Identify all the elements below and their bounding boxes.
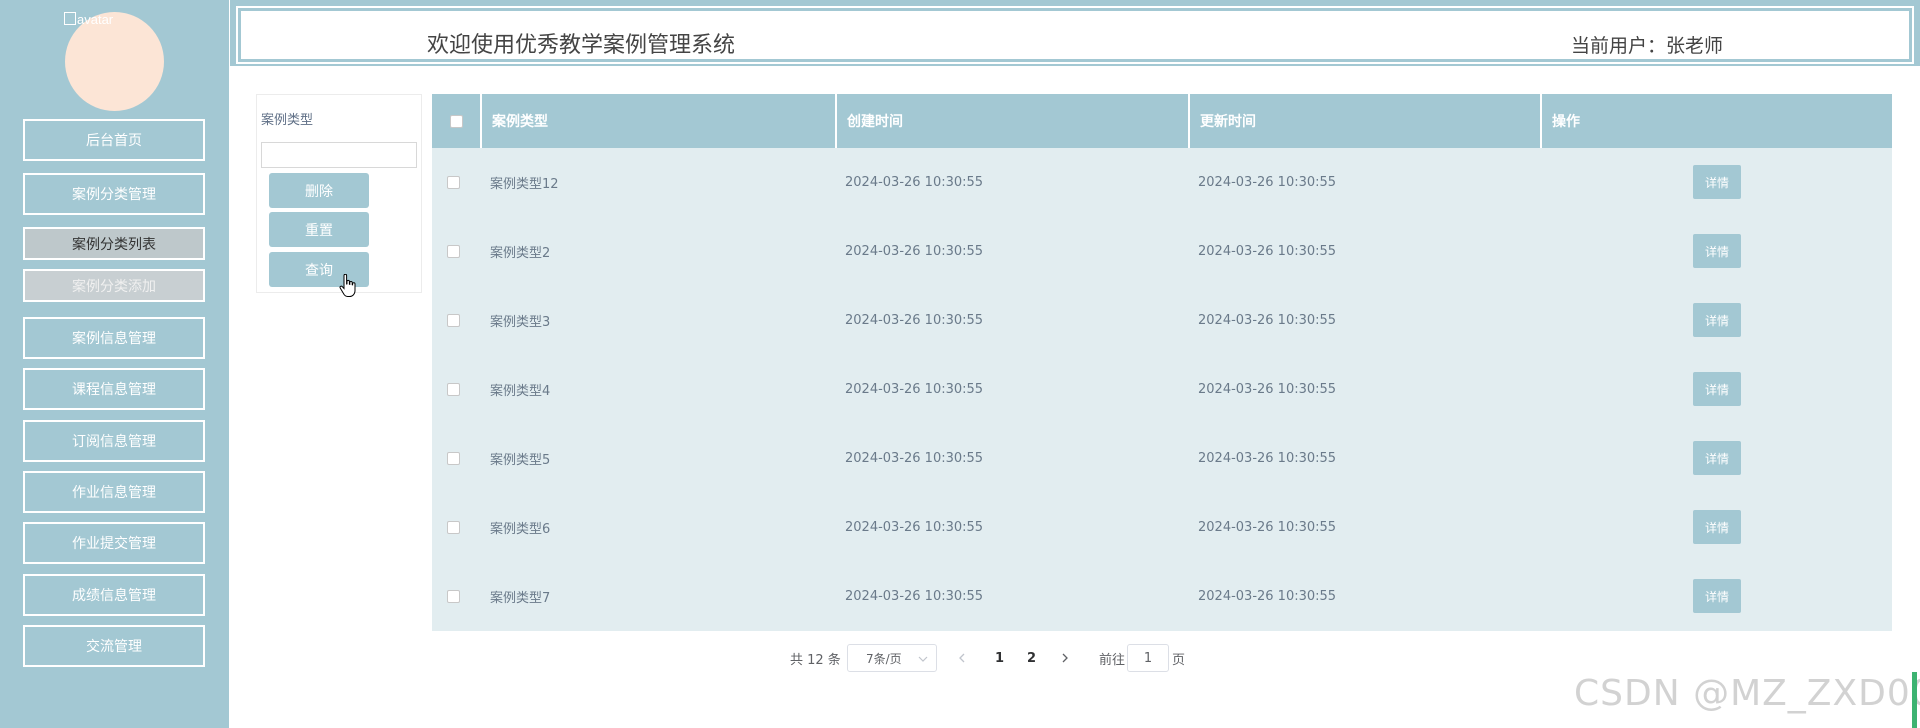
row-checkbox-cell bbox=[447, 493, 460, 562]
cell-updated-time: 2024-03-26 10:30:55 bbox=[1198, 451, 1337, 466]
app-title: 欢迎使用优秀教学案例管理系统 bbox=[427, 33, 736, 58]
cell-created-time: 2024-03-26 10:30:55 bbox=[845, 520, 984, 535]
scrollbar-thumb[interactable] bbox=[1912, 672, 1917, 728]
table-row: 案例类型5 2024-03-26 10:30:55 2024-03-26 10:30… bbox=[432, 424, 1892, 493]
table-header: 案例类型 创建时间 更新时间 操作 bbox=[432, 94, 1892, 148]
cell-created-time: 2024-03-26 10:30:55 bbox=[845, 451, 984, 466]
page-size-value: 7条/页 bbox=[866, 651, 902, 666]
cell-case-type: 案例类型2 bbox=[490, 246, 551, 261]
cell-created-time: 2024-03-26 10:30:55 bbox=[845, 589, 984, 604]
column-header-updated-time[interactable]: 更新时间 bbox=[1190, 94, 1542, 148]
cell-updated-time: 2024-03-26 10:30:55 bbox=[1198, 175, 1337, 190]
sidebar-item-homework-submit[interactable]: 作业提交管理 bbox=[23, 522, 205, 564]
search-panel: 案例类型 删除 重置 查询 bbox=[256, 94, 422, 293]
cell-updated-time: 2024-03-26 10:30:55 bbox=[1198, 589, 1337, 604]
detail-button[interactable]: 详情 bbox=[1693, 441, 1741, 475]
total-count: 共 12 条 bbox=[790, 652, 841, 668]
detail-button[interactable]: 详情 bbox=[1693, 234, 1741, 268]
cell-created-time: 2024-03-26 10:30:55 bbox=[845, 382, 984, 397]
avatar-alt-text: avatar bbox=[64, 12, 113, 27]
sidebar-subitem-category-list[interactable]: 案例分类列表 bbox=[23, 227, 205, 260]
row-checkbox-cell bbox=[447, 148, 460, 217]
row-checkbox[interactable] bbox=[447, 383, 460, 396]
cell-case-type: 案例类型5 bbox=[490, 453, 551, 468]
row-checkbox[interactable] bbox=[447, 452, 460, 465]
header: 欢迎使用优秀教学案例管理系统 当前用户：张老师 bbox=[230, 0, 1920, 66]
goto-page-input[interactable]: 1 bbox=[1127, 644, 1169, 672]
sidebar-item-case-info[interactable]: 案例信息管理 bbox=[23, 317, 205, 359]
goto-suffix: 页 bbox=[1172, 652, 1186, 668]
pagination: 共 12 条 7条/页 1 2 前往 1 页 bbox=[0, 644, 1920, 674]
detail-button[interactable]: 详情 bbox=[1693, 303, 1741, 337]
header-panel: 欢迎使用优秀教学案例管理系统 当前用户：张老师 bbox=[236, 6, 1914, 64]
sidebar-item-subscription-info[interactable]: 订阅信息管理 bbox=[23, 420, 205, 462]
avatar-alt-label: avatar bbox=[77, 12, 114, 27]
search-input[interactable] bbox=[261, 142, 417, 168]
cell-case-type: 案例类型4 bbox=[490, 384, 551, 399]
cell-updated-time: 2024-03-26 10:30:55 bbox=[1198, 313, 1337, 328]
page-number-1[interactable]: 1 bbox=[995, 644, 1004, 672]
detail-button[interactable]: 详情 bbox=[1693, 510, 1741, 544]
sidebar-item-course-info[interactable]: 课程信息管理 bbox=[23, 368, 205, 410]
row-checkbox-cell bbox=[447, 355, 460, 424]
cell-case-type: 案例类型7 bbox=[490, 591, 551, 606]
header-select-all-cell bbox=[432, 94, 482, 148]
select-all-checkbox[interactable] bbox=[449, 114, 463, 128]
next-page-icon[interactable] bbox=[1061, 653, 1069, 663]
table-row: 案例类型7 2024-03-26 10:30:55 2024-03-26 10:30… bbox=[432, 562, 1892, 631]
row-checkbox[interactable] bbox=[447, 245, 460, 258]
sidebar-item-grade-info[interactable]: 成绩信息管理 bbox=[23, 574, 205, 616]
row-checkbox[interactable] bbox=[447, 521, 460, 534]
table-row: 案例类型3 2024-03-26 10:30:55 2024-03-26 10:30… bbox=[432, 286, 1892, 355]
row-checkbox-cell bbox=[447, 424, 460, 493]
search-label: 案例类型 bbox=[261, 113, 314, 128]
table-row: 案例类型6 2024-03-26 10:30:55 2024-03-26 10:30… bbox=[432, 493, 1892, 562]
sidebar-item-home[interactable]: 后台首页 bbox=[23, 119, 205, 161]
sidebar-item-case-category[interactable]: 案例分类管理 bbox=[23, 173, 205, 215]
column-header-actions: 操作 bbox=[1552, 114, 1580, 130]
detail-button[interactable]: 详情 bbox=[1693, 579, 1741, 613]
chevron-down-icon bbox=[918, 656, 928, 662]
cell-updated-time: 2024-03-26 10:30:55 bbox=[1198, 382, 1337, 397]
page-number-2[interactable]: 2 bbox=[1027, 644, 1036, 672]
column-header-case-type[interactable]: 案例类型 bbox=[482, 94, 837, 148]
sidebar-subitem-category-add[interactable]: 案例分类添加 bbox=[23, 269, 205, 302]
table-row: 案例类型12 2024-03-26 10:30:55 2024-03-26 10:3… bbox=[432, 148, 1892, 217]
cell-case-type: 案例类型3 bbox=[490, 315, 551, 330]
row-checkbox[interactable] bbox=[447, 314, 460, 327]
cell-updated-time: 2024-03-26 10:30:55 bbox=[1198, 244, 1337, 259]
detail-button[interactable]: 详情 bbox=[1693, 165, 1741, 199]
cell-created-time: 2024-03-26 10:30:55 bbox=[845, 313, 984, 328]
sidebar-item-homework-info[interactable]: 作业信息管理 bbox=[23, 471, 205, 513]
broken-image-icon bbox=[64, 12, 76, 25]
cell-created-time: 2024-03-26 10:30:55 bbox=[845, 175, 984, 190]
table-row: 案例类型4 2024-03-26 10:30:55 2024-03-26 10:30… bbox=[432, 355, 1892, 424]
row-checkbox[interactable] bbox=[447, 590, 460, 603]
cell-created-time: 2024-03-26 10:30:55 bbox=[845, 244, 984, 259]
column-header-created-time[interactable]: 创建时间 bbox=[837, 94, 1190, 148]
cell-case-type: 案例类型6 bbox=[490, 522, 551, 537]
hand-cursor-icon bbox=[339, 274, 356, 297]
watermark: CSDN @MZ_ZXD001 bbox=[1574, 673, 1920, 714]
detail-button[interactable]: 详情 bbox=[1693, 372, 1741, 406]
delete-button[interactable]: 删除 bbox=[269, 173, 369, 208]
row-checkbox[interactable] bbox=[447, 176, 460, 189]
row-checkbox-cell bbox=[447, 286, 460, 355]
cell-case-type: 案例类型12 bbox=[490, 177, 559, 192]
page-size-select[interactable]: 7条/页 bbox=[847, 644, 937, 672]
sidebar: avatar 后台首页 案例分类管理 案例分类列表 案例分类添加 案例信息管理 … bbox=[0, 0, 229, 728]
current-user: 当前用户：张老师 bbox=[1571, 35, 1724, 57]
prev-page-icon[interactable] bbox=[958, 653, 966, 663]
row-checkbox-cell bbox=[447, 562, 460, 631]
cell-updated-time: 2024-03-26 10:30:55 bbox=[1198, 520, 1337, 535]
table-row: 案例类型2 2024-03-26 10:30:55 2024-03-26 10:30… bbox=[432, 217, 1892, 286]
reset-button[interactable]: 重置 bbox=[269, 212, 369, 247]
row-checkbox-cell bbox=[447, 217, 460, 286]
goto-prefix: 前往 bbox=[1099, 652, 1126, 668]
